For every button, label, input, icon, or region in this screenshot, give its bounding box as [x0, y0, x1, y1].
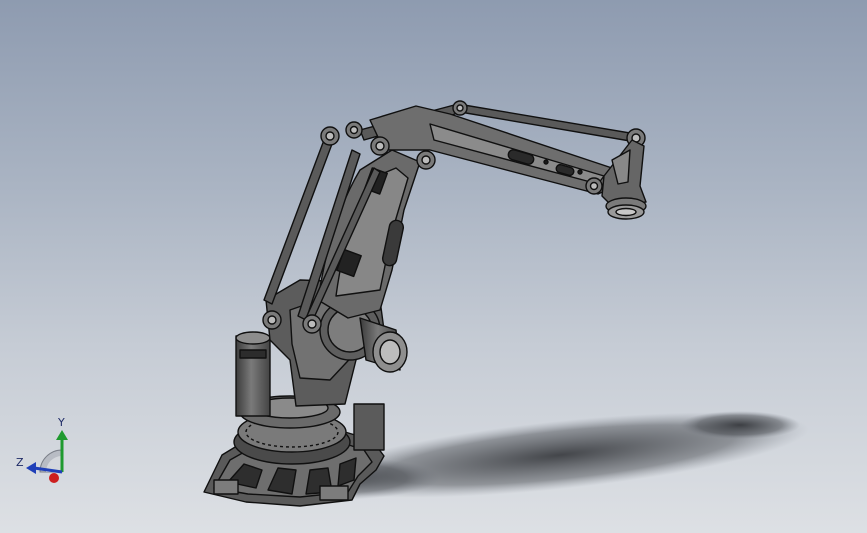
orientation-triad[interactable]: Y Z: [14, 414, 74, 488]
base-motor[interactable]: [235, 331, 271, 417]
z-axis-label: Z: [16, 456, 24, 469]
graphics-viewport[interactable]: [0, 0, 867, 533]
x-axis-marker: [49, 473, 59, 483]
y-axis-label: Y: [57, 416, 65, 429]
wrist-flange[interactable]: [601, 139, 647, 220]
